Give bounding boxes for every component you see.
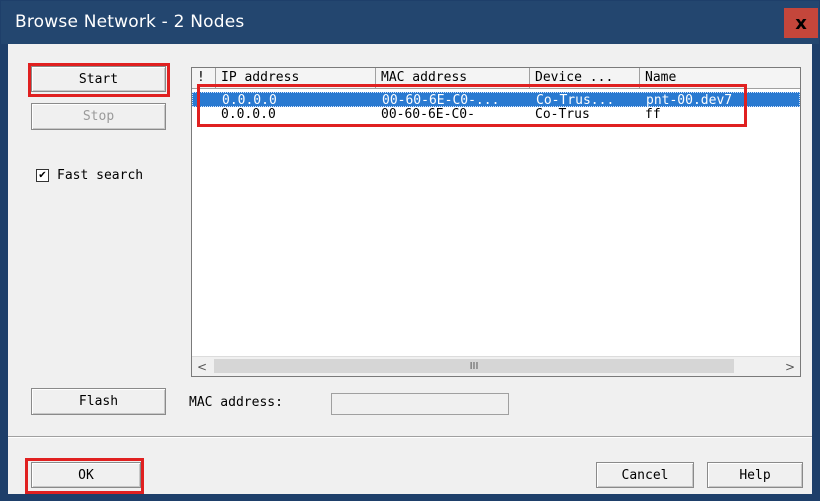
start-button[interactable]: Start <box>31 66 166 92</box>
fast-search-checkbox[interactable]: ✔ Fast search <box>36 168 143 183</box>
horizontal-scrollbar[interactable]: < III > <box>192 356 800 376</box>
row-mac: 00-60-6E-C0- <box>381 107 475 122</box>
footer-separator <box>8 436 812 438</box>
row-ip: 0.0.0.0 <box>221 107 276 122</box>
column-header-device[interactable]: Device ... <box>530 68 640 88</box>
row-mac: 00-60-6E-C0-... <box>382 93 500 108</box>
column-header-flag[interactable]: ! <box>192 68 216 88</box>
column-header-mac[interactable]: MAC address <box>376 68 530 88</box>
window-title: Browse Network - 2 Nodes <box>15 12 245 32</box>
node-list[interactable]: ! IP address MAC address Device ... Name… <box>191 67 801 377</box>
column-header-ip[interactable]: IP address <box>216 68 376 88</box>
dialog-client-area: Start Stop ✔ Fast search ! IP address MA… <box>8 44 812 494</box>
mac-address-field[interactable] <box>331 393 509 415</box>
list-header: ! IP address MAC address Device ... Name <box>192 68 800 89</box>
column-header-name[interactable]: Name <box>640 68 800 88</box>
row-ip: 0.0.0.0 <box>222 93 277 108</box>
checkbox-check-icon[interactable]: ✔ <box>36 169 49 182</box>
scroll-thumb[interactable]: III <box>214 359 734 373</box>
scroll-left-icon[interactable]: < <box>192 357 212 376</box>
mac-address-label: MAC address: <box>189 395 283 410</box>
stop-button[interactable]: Stop <box>31 103 166 130</box>
cancel-button[interactable]: Cancel <box>596 462 694 488</box>
ok-button[interactable]: OK <box>31 462 141 488</box>
flash-button[interactable]: Flash <box>31 388 166 415</box>
table-row[interactable]: 0.0.0.0 00-60-6E-C0-... Co-Trus... pnt-0… <box>192 92 800 108</box>
row-name: pnt-00.dev7 <box>646 93 733 108</box>
scroll-right-icon[interactable]: > <box>780 357 800 376</box>
fast-search-label: Fast search <box>57 168 144 183</box>
table-row[interactable]: 0.0.0.0 00-60-6E-C0- Co-Trus ff <box>192 107 800 122</box>
close-button[interactable]: x <box>784 8 818 38</box>
browse-network-window: Browse Network - 2 Nodes x Start Stop ✔ … <box>0 0 820 501</box>
help-button[interactable]: Help <box>707 462 803 488</box>
row-name: ff <box>645 107 661 122</box>
row-device: Co-Trus <box>535 107 590 122</box>
row-device: Co-Trus... <box>536 93 615 108</box>
title-bar[interactable]: Browse Network - 2 Nodes x <box>1 1 819 44</box>
